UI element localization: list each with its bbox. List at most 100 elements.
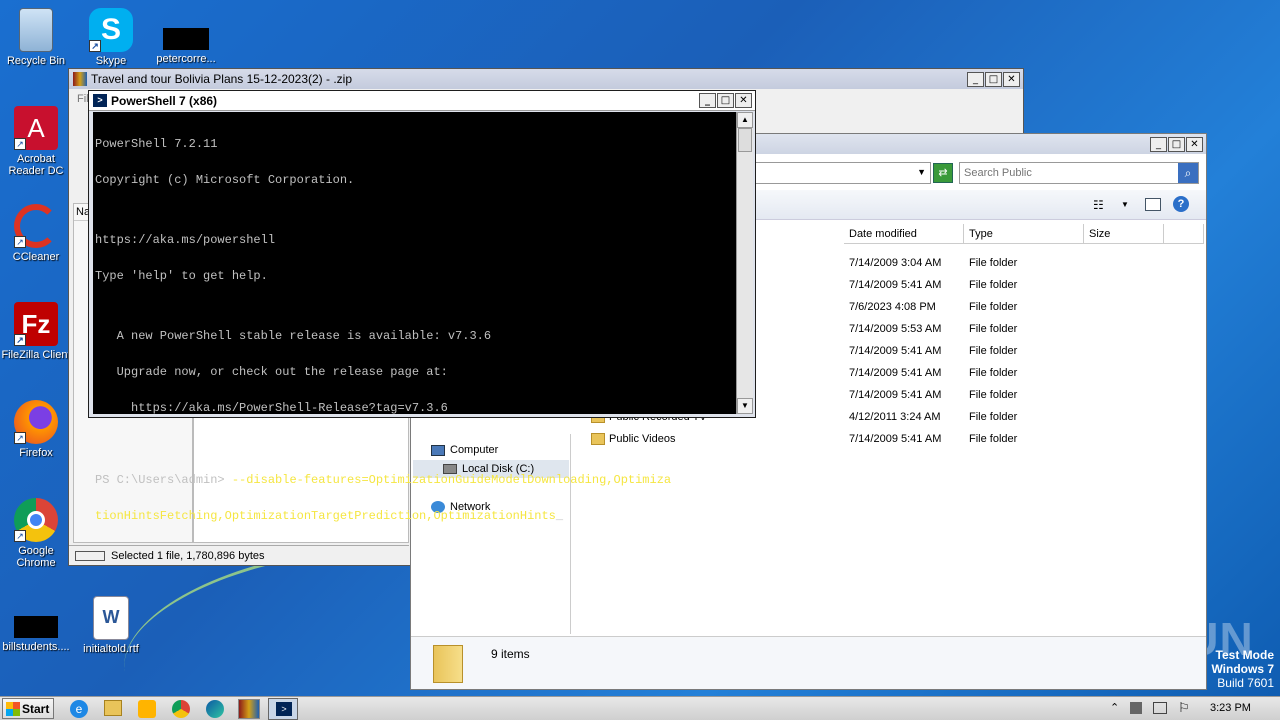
- clock[interactable]: 3:23 PM: [1210, 702, 1251, 714]
- row-date: 7/14/2009 5:41 AM: [849, 433, 942, 445]
- winrar-title: Travel and tour Bolivia Plans 15-12-2023…: [91, 72, 353, 86]
- console-line: https://aka.ms/PowerShell-Release?tag=v7…: [95, 401, 448, 415]
- network-tray-icon[interactable]: [1153, 702, 1167, 714]
- row-date: 7/14/2009 5:41 AM: [849, 367, 942, 379]
- powershell-title: PowerShell 7 (x86): [111, 93, 218, 108]
- minimize-button[interactable]: _: [1150, 136, 1167, 152]
- row-type: File folder: [969, 257, 1018, 269]
- powershell-window[interactable]: > PowerShell 7 (x86) _ □ ✕ PowerShell 7.…: [88, 90, 756, 522]
- search-icon[interactable]: ⌕: [1178, 163, 1198, 183]
- winrar-taskbar-icon[interactable]: [238, 699, 260, 719]
- maximize-button[interactable]: □: [1168, 136, 1185, 152]
- explorer-taskbar-icon[interactable]: [104, 700, 122, 716]
- help-icon[interactable]: ?: [1173, 196, 1189, 212]
- chrome-taskbar-icon[interactable]: [172, 700, 190, 718]
- powershell-taskbar-icon[interactable]: >: [268, 698, 298, 720]
- preview-pane-icon[interactable]: [1145, 198, 1161, 211]
- desktop-icon-filezilla[interactable]: Fz ↗ FileZilla Client: [0, 302, 74, 361]
- redacted-file-icon: [14, 616, 58, 638]
- powershell-icon: >: [93, 94, 107, 107]
- scroll-down-button[interactable]: ▼: [737, 398, 753, 414]
- redacted-file-icon: [163, 28, 209, 50]
- scroll-thumb[interactable]: [738, 128, 752, 152]
- console-cursor: _: [555, 509, 564, 523]
- row-type: File folder: [969, 367, 1018, 379]
- desktop-icon-petercorre[interactable]: petercorre...: [148, 8, 224, 65]
- chevron-down-icon[interactable]: ▼: [917, 167, 926, 177]
- desktop-icon-label: Firefox: [19, 447, 53, 459]
- show-hidden-icons[interactable]: ⌃: [1110, 701, 1119, 714]
- desktop-icon-recycle-bin[interactable]: Recycle Bin: [0, 8, 74, 67]
- console-command-line: PS C:\Users\admin> --disable-features=Op…: [95, 474, 735, 486]
- windows-version-label: Windows 7: [1211, 662, 1274, 676]
- row-date: 7/14/2009 3:04 AM: [849, 257, 942, 269]
- column-header-blank: [1164, 224, 1204, 244]
- desktop-icon-billstudents[interactable]: billstudents....: [0, 596, 74, 653]
- console-line: Copyright (c) Microsoft Corporation.: [95, 173, 355, 187]
- tray-icon[interactable]: [1130, 702, 1142, 714]
- desktop-icon-label: Recycle Bin: [6, 55, 66, 67]
- acrobat-icon: A ↗: [14, 106, 58, 150]
- console-scrollbar[interactable]: ▲ ▼: [736, 112, 753, 414]
- powershell-titlebar[interactable]: > PowerShell 7 (x86) _ □ ✕: [89, 91, 755, 111]
- skype-icon: S ↗: [89, 8, 133, 52]
- minimize-button[interactable]: _: [967, 71, 984, 87]
- console-area[interactable]: PowerShell 7.2.11 Copyright (c) Microsof…: [93, 112, 753, 522]
- flag-icon[interactable]: ⚐: [1178, 700, 1190, 716]
- row-date: 4/12/2011 3:24 AM: [849, 411, 941, 423]
- row-date: 7/6/2023 4:08 PM: [849, 301, 936, 313]
- desktop-icon-chrome[interactable]: ↗ Google Chrome: [0, 498, 74, 569]
- winrar-status-text: Selected 1 file, 1,780,896 bytes: [111, 549, 265, 562]
- console-command-line-wrap: tionHintsFetching,OptimizationTargetPred…: [95, 510, 735, 522]
- close-button[interactable]: ✕: [1186, 136, 1203, 152]
- address-bar[interactable]: ▼: [741, 162, 931, 184]
- column-header-date[interactable]: Date modified: [844, 224, 964, 244]
- details-pane: 9 items: [411, 636, 1206, 689]
- row-type: File folder: [969, 411, 1018, 423]
- console-line: PowerShell 7.2.11: [95, 137, 218, 151]
- ie-icon[interactable]: e: [70, 700, 88, 718]
- desktop-icon-firefox[interactable]: ↗ Firefox: [0, 400, 74, 459]
- ccleaner-icon: ↗: [14, 204, 58, 248]
- search-input[interactable]: [964, 164, 1174, 182]
- row-date: 7/14/2009 5:41 AM: [849, 345, 942, 357]
- views-dropdown-icon[interactable]: ▼: [1121, 200, 1129, 209]
- status-items-count: 9 items: [491, 647, 530, 661]
- console-prompt: PS C:\Users\admin>: [95, 473, 232, 487]
- console-command: tionHintsFetching,OptimizationTargetPred…: [95, 509, 556, 523]
- maximize-button[interactable]: □: [985, 71, 1002, 87]
- edge-icon[interactable]: [206, 700, 224, 718]
- maximize-button[interactable]: □: [717, 93, 734, 108]
- row-type: File folder: [969, 323, 1018, 335]
- desktop-icon-ccleaner[interactable]: ↗ CCleaner: [0, 204, 74, 263]
- minimize-button[interactable]: _: [699, 93, 716, 108]
- views-icon[interactable]: ☷: [1093, 198, 1104, 212]
- media-player-icon[interactable]: [138, 700, 156, 718]
- refresh-icon[interactable]: ⇄: [933, 163, 953, 183]
- row-type: File folder: [969, 301, 1018, 313]
- console-line: Upgrade now, or check out the release pa…: [95, 365, 448, 379]
- close-button[interactable]: ✕: [1003, 71, 1020, 87]
- row-type: File folder: [969, 345, 1018, 357]
- start-button[interactable]: Start: [2, 698, 54, 719]
- console-command: --disable-features=OptimizationGuideMode…: [231, 473, 672, 487]
- build-label: Build 7601: [1217, 676, 1274, 690]
- desktop-icon-label: petercorre...: [156, 53, 216, 65]
- desktop-icon-skype[interactable]: S ↗ Skype: [73, 8, 149, 67]
- row-date: 7/14/2009 5:41 AM: [849, 279, 942, 291]
- desktop-icon-label: Google Chrome: [16, 545, 56, 569]
- console-line: A new PowerShell stable release is avail…: [95, 329, 492, 343]
- search-box[interactable]: ⌕: [959, 162, 1199, 184]
- winrar-titlebar[interactable]: Travel and tour Bolivia Plans 15-12-2023…: [69, 69, 1023, 89]
- disk-icon: [75, 550, 105, 561]
- console-line: Type 'help' to get help.: [95, 269, 268, 283]
- column-header-size[interactable]: Size: [1084, 224, 1164, 244]
- column-header-type[interactable]: Type: [964, 224, 1084, 244]
- firefox-icon: ↗: [14, 400, 58, 444]
- taskbar: Start e > ⌃ ⚐ 3:23 PM: [0, 696, 1280, 720]
- recycle-bin-icon: [19, 8, 53, 52]
- close-button[interactable]: ✕: [735, 93, 752, 108]
- scroll-up-button[interactable]: ▲: [737, 112, 753, 128]
- desktop-icon-acrobat[interactable]: A ↗ Acrobat Reader DC: [0, 106, 74, 177]
- console-output: PowerShell 7.2.11 Copyright (c) Microsof…: [95, 114, 735, 546]
